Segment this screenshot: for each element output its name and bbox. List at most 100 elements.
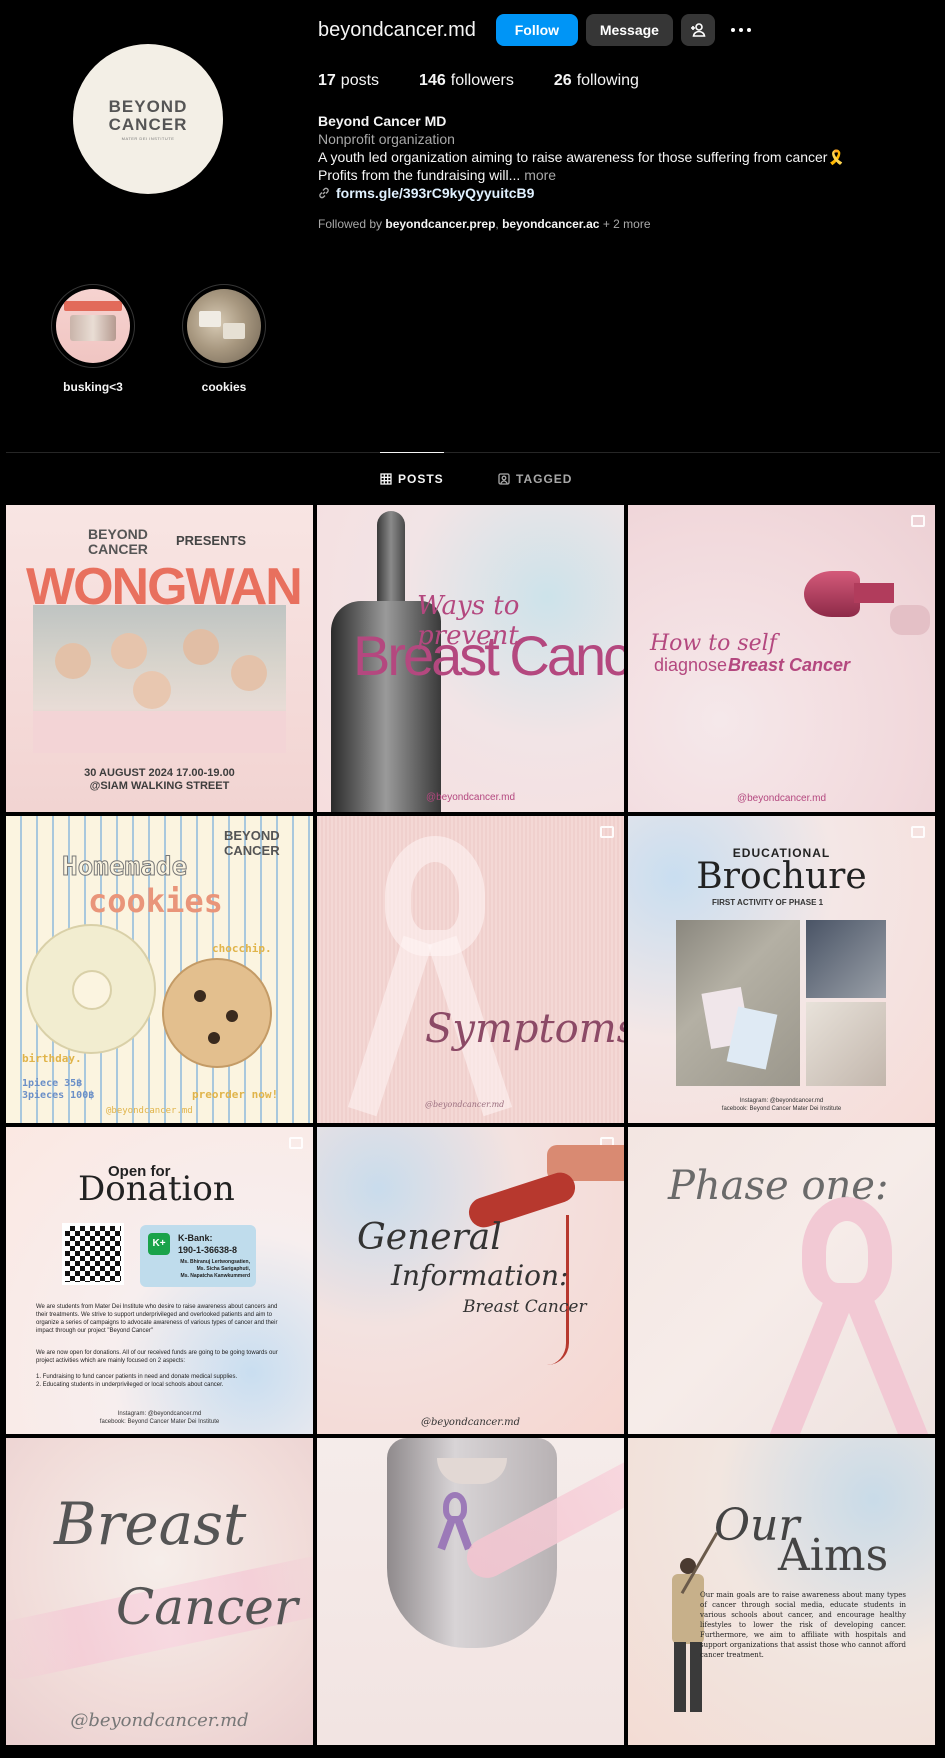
- profile-username: beyondcancer.md: [318, 18, 476, 41]
- post-woman-ribbon[interactable]: [317, 1438, 624, 1745]
- post-general-information[interactable]: General Information: Breast Cancer @beyo…: [317, 1127, 624, 1434]
- full-name: Beyond Cancer MD: [318, 113, 447, 129]
- tab-posts[interactable]: POSTS: [380, 452, 444, 504]
- post-place: @SIAM WALKING STREET: [89, 780, 230, 792]
- post-breast-cancer[interactable]: Breast Cancer @beyondcancer.md: [6, 1438, 313, 1745]
- bio-link[interactable]: forms.gle/393rC9kyQyyuitcB9: [318, 184, 898, 202]
- post-tag-1: chocchip.: [212, 942, 272, 955]
- carousel-icon: [600, 826, 614, 838]
- purple-ribbon-icon: [437, 1492, 473, 1552]
- post-price-1: 1piece 35฿: [22, 1078, 83, 1089]
- tab-tagged-label: TAGGED: [516, 472, 573, 486]
- post-brand: BEYOND CANCER: [224, 828, 280, 858]
- followers-stat[interactable]: 146 followers: [419, 72, 514, 90]
- post-handle: @beyondcancer.md: [425, 1100, 505, 1109]
- bank-name: K-Bank:: [178, 1233, 213, 1243]
- profile-avatar[interactable]: BEYOND CANCER MATER DEI INSTITUTE: [73, 44, 223, 194]
- post-footer-1: Instagram: @beyondcancer.md: [739, 1098, 824, 1104]
- qr-code-image: [62, 1223, 124, 1285]
- post-title-2: Aims: [778, 1530, 889, 1581]
- post-title-2: Cancer: [116, 1578, 298, 1636]
- highlight-label: cookies: [201, 380, 247, 394]
- follow-button[interactable]: Follow: [495, 14, 578, 46]
- post-self-diagnose[interactable]: How to self diagnose Breast Cancer @beyo…: [628, 505, 935, 812]
- bio-line-2: Profits from the fundraising will...: [318, 167, 521, 183]
- post-wongwan[interactable]: BEYOND CANCER PRESENTS WONGWAN 30 AUGUST…: [6, 505, 313, 812]
- post-title-2: Donation: [78, 1169, 235, 1209]
- highlight-ring: [51, 284, 135, 368]
- post-handle: @beyondcancer.md: [736, 793, 827, 804]
- following-stat[interactable]: 26 following: [554, 72, 639, 90]
- post-ways-to-prevent[interactable]: Ways to prevent Breast Cancer @beyondcan…: [317, 505, 624, 812]
- donut-cookie-image: [26, 924, 156, 1054]
- post-preorder: preorder now!: [192, 1088, 279, 1101]
- highlight-cookies[interactable]: cookies: [182, 284, 266, 394]
- pink-ribbon-image: [758, 1187, 935, 1434]
- followers-label: followers: [450, 72, 514, 89]
- brochure-photo-1: [676, 920, 800, 1086]
- post-title-1: How to self: [650, 631, 777, 656]
- post-educational-brochure[interactable]: EDUCATIONAL Brochure FIRST ACTIVITY OF P…: [628, 816, 935, 1123]
- post-open-for-donation[interactable]: Open for Donation K+ K-Bank: 190-1-36638…: [6, 1127, 313, 1434]
- more-options-button[interactable]: [727, 14, 755, 46]
- more-horizontal-icon: [730, 28, 751, 32]
- post-handle: @beyondcancer.md: [106, 1106, 193, 1116]
- bio-link-text: forms.gle/393rC9kyQyyuitcB9: [336, 185, 535, 201]
- post-item-2: 2. Educating students in underprivileged…: [36, 1382, 224, 1388]
- highlight-cover: [187, 289, 261, 363]
- post-paragraph-2: We are now open for donations. All of ou…: [36, 1350, 278, 1364]
- brochure-photo-2: [806, 920, 886, 998]
- posts-count-stat: 17 posts: [318, 72, 379, 90]
- post-handle: @beyondcancer.md: [420, 1417, 521, 1428]
- post-presents: PRESENTS: [176, 533, 247, 548]
- highlight-ring: [182, 284, 266, 368]
- bank-holder: Ms. Bhiranuj Lertwongsatien,: [180, 1259, 250, 1265]
- post-title-3: Breast Cancer: [463, 1297, 587, 1317]
- tab-posts-label: POSTS: [398, 471, 444, 486]
- suggested-users-button[interactable]: [680, 14, 715, 46]
- bio-line-1: A youth led organization aiming to raise…: [318, 149, 845, 165]
- post-symptoms[interactable]: Symptoms @beyondcancer.md: [317, 816, 624, 1123]
- posts-grid: BEYOND CANCER PRESENTS WONGWAN 30 AUGUST…: [6, 505, 938, 1745]
- highlight-busking[interactable]: busking<3: [51, 284, 135, 394]
- tab-tagged[interactable]: TAGGED: [498, 453, 572, 505]
- post-title-2: Brochure: [696, 856, 867, 897]
- highlight-cover: [56, 289, 130, 363]
- followed-by-more[interactable]: + 2 more: [603, 217, 651, 231]
- bank-holder: Ms. Napatcha Kanwkummerd: [180, 1273, 250, 1279]
- tagged-icon: [498, 473, 510, 485]
- followed-by-prefix: Followed by: [318, 217, 383, 231]
- grid-icon: [380, 472, 392, 485]
- avatar-logo-top: BEYOND: [108, 96, 188, 116]
- chocchip-cookie-image: [162, 958, 272, 1068]
- carousel-icon: [911, 515, 925, 527]
- bio-line-2-wrap: Profits from the fundraising will... mor…: [318, 166, 898, 184]
- post-footer-2: facebook: Beyond Cancer Mater Dei Instit…: [99, 1419, 220, 1425]
- bank-card: K+ K-Bank: 190-1-36638-8 Ms. Bhiranuj Le…: [140, 1225, 256, 1287]
- post-tag-2: birthday.: [22, 1052, 82, 1065]
- post-title-2: cookies: [88, 882, 223, 920]
- post-body: Our main goals are to raise awareness ab…: [700, 1591, 906, 1659]
- profile-bio: Beyond Cancer MD Nonprofit organization …: [318, 112, 898, 202]
- message-button[interactable]: Message: [585, 14, 673, 46]
- post-footer-2: facebook: Beyond Cancer Mater Dei Instit…: [721, 1106, 842, 1112]
- post-title-2: Breast Cancer: [353, 624, 624, 687]
- followed-by-user[interactable]: beyondcancer.prep: [385, 217, 495, 231]
- post-handle: @beyondcancer.md: [70, 1710, 249, 1731]
- ribbon-image: [345, 836, 525, 1117]
- followed-by[interactable]: Followed by beyondcancer.prep, beyondcan…: [318, 217, 651, 231]
- post-homemade-cookies[interactable]: BEYOND CANCER Homemade cookies chocchip.…: [6, 816, 313, 1123]
- posts-count: 17: [318, 72, 336, 89]
- post-phase-one[interactable]: Phase one:: [628, 1127, 935, 1434]
- post-our-aims[interactable]: Our Aims Our main goals are to raise awa…: [628, 1438, 935, 1745]
- post-title-2: diagnose: [654, 655, 728, 675]
- post-title-1: General: [357, 1217, 502, 1258]
- following-label: following: [576, 72, 639, 89]
- profile-topbar: beyondcancer.md Follow Message: [318, 14, 755, 46]
- post-title-1: Breast: [54, 1490, 247, 1558]
- profile-stats: 17 posts 146 followers 26 following: [318, 72, 679, 90]
- post-handle: @beyondcancer.md: [425, 792, 516, 803]
- bio-more-link[interactable]: more: [524, 167, 556, 183]
- followed-by-user[interactable]: beyondcancer.ac: [502, 217, 599, 231]
- bank-holder: Ms. Sicha Sarigaphuti,: [196, 1266, 250, 1272]
